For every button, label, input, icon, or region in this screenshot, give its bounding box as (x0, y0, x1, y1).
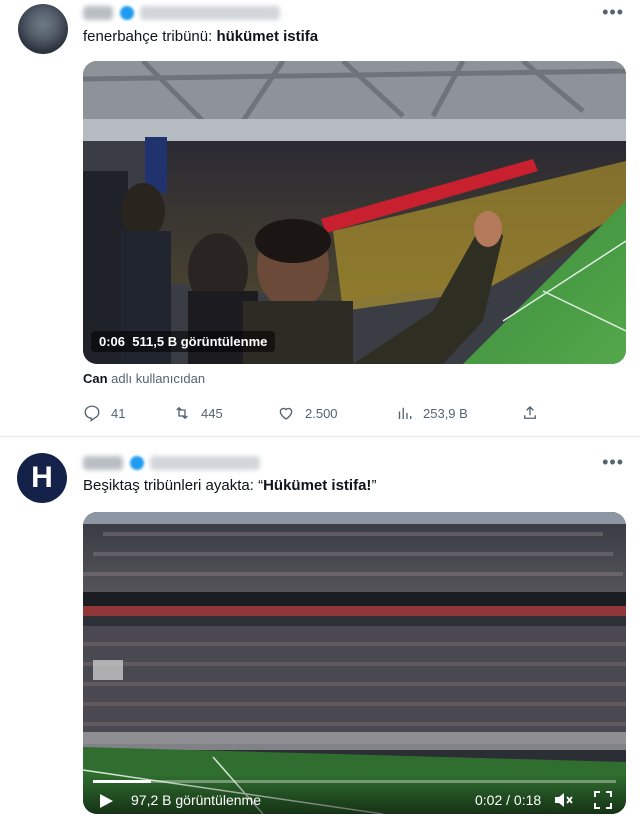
tweet-text-prefix: fenerbahçe tribünü: (83, 28, 217, 45)
verified-badge-icon (130, 456, 144, 470)
video-progress-bar[interactable] (93, 780, 616, 783)
share-icon (524, 406, 536, 419)
tweet-actions: 41 445 2.500 253,9 B (83, 404, 543, 424)
tweet-2[interactable]: H ••• Beşiktaş tribünleri ayakta: “Hüküm… (0, 437, 640, 827)
handle-and-time-blurred (150, 456, 260, 470)
tweet-text-suffix: ” (371, 477, 377, 494)
video-player[interactable]: 0:06 511,5 B görüntülenme (83, 61, 626, 364)
avatar-letter: H (31, 461, 53, 494)
heart-icon (279, 407, 293, 420)
video-views: 511,5 B görüntülenme (132, 334, 268, 349)
share-button[interactable] (521, 404, 549, 422)
display-name-blurred[interactable] (83, 6, 113, 20)
video-source-attribution[interactable]: Can adlı kullanıcıdan (83, 371, 205, 386)
video-player[interactable]: 97,2 B görüntülenme 0:02 / 0:18 (83, 512, 626, 814)
tweet-text-bold: hükümet istifa (216, 28, 319, 45)
video-views-overlay: 0:06 511,5 B görüntülenme (91, 331, 276, 352)
retweet-count: 445 (201, 405, 223, 421)
bar-chart-icon (398, 407, 412, 419)
avatar[interactable] (18, 4, 68, 54)
view-count: 253,9 B (423, 405, 468, 421)
tweet-text: fenerbahçe tribünü: hükümet istifa (83, 28, 318, 45)
play-icon[interactable] (97, 792, 115, 810)
tweet-text-prefix: Beşiktaş tribünleri ayakta: “ (83, 477, 264, 494)
like-button[interactable]: 2.500 (277, 404, 338, 422)
more-horizontal-icon[interactable]: ••• (602, 2, 624, 23)
volume-muted-icon[interactable] (553, 790, 575, 810)
display-name-blurred[interactable] (83, 456, 123, 470)
stadium-video-frame (83, 512, 626, 814)
like-count: 2.500 (305, 405, 338, 421)
reply-count: 41 (111, 405, 126, 421)
video-progress-fill (93, 780, 151, 783)
tweet-text-bold: Hükümet istifa! (263, 477, 372, 494)
handle-and-time-blurred (140, 6, 280, 20)
retweet-icon (176, 407, 188, 419)
reply-button[interactable]: 41 (83, 404, 125, 422)
source-user[interactable]: Can (83, 371, 108, 386)
avatar[interactable]: H (17, 453, 67, 503)
fullscreen-icon[interactable] (593, 790, 613, 810)
video-time: 0:02 / 0:18 (475, 792, 542, 808)
video-elapsed: 0:06 (99, 334, 126, 349)
tweet-text: Beşiktaş tribünleri ayakta: “Hükümet ist… (83, 477, 376, 494)
tweet-1[interactable]: ••• fenerbahçe tribünü: hükümet istifa 0… (0, 0, 640, 436)
video-views: 97,2 B görüntülenme (131, 792, 261, 808)
reply-icon (84, 405, 100, 422)
analytics-button[interactable]: 253,9 B (395, 404, 468, 422)
retweet-button[interactable]: 445 (173, 404, 223, 422)
verified-badge-icon (120, 6, 134, 20)
stadium-video-frame (83, 61, 626, 364)
more-horizontal-icon[interactable]: ••• (602, 452, 624, 473)
source-suffix: adlı kullanıcıdan (107, 371, 206, 386)
video-controls: 97,2 B görüntülenme 0:02 / 0:18 (83, 774, 626, 814)
